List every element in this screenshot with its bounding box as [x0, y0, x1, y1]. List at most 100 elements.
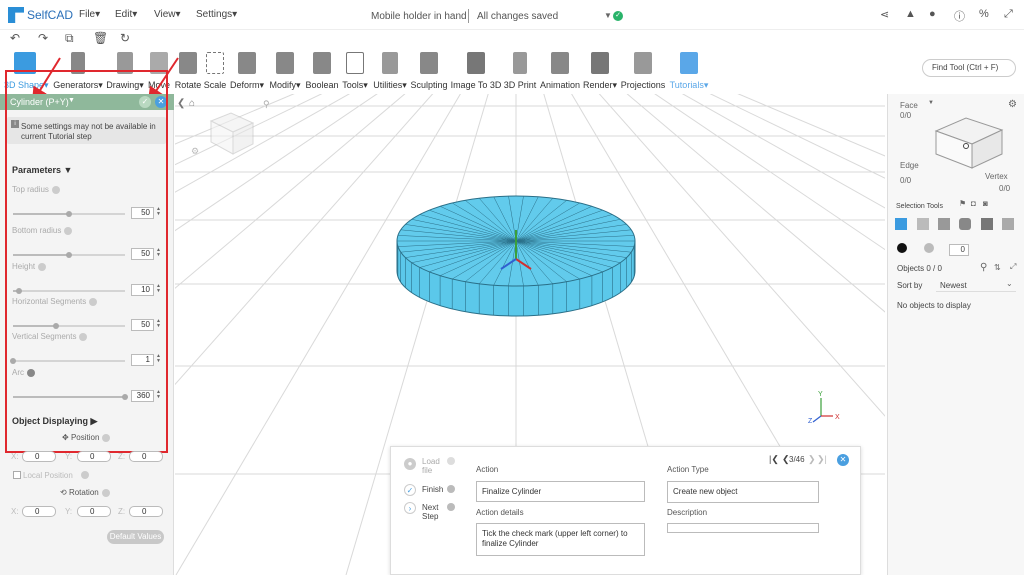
- rotation-x-input[interactable]: 0: [22, 506, 56, 517]
- tool-tutorials[interactable]: Tutorials▾: [667, 52, 711, 91]
- tool-tools[interactable]: Tools▾: [340, 52, 370, 91]
- view-cube-icon[interactable]: [209, 112, 255, 155]
- position-x-input[interactable]: 0: [22, 451, 56, 462]
- slider-handle[interactable]: [52, 323, 59, 329]
- param-slider[interactable]: [13, 394, 128, 400]
- search-icon[interactable]: ⚲: [980, 262, 987, 273]
- slider-handle[interactable]: [66, 252, 72, 258]
- brush-solid-icon[interactable]: [897, 243, 907, 253]
- step-next[interactable]: Next Step: [422, 503, 444, 521]
- selection-cube-icon[interactable]: [928, 106, 1008, 174]
- tool-3d-print[interactable]: 3D Print: [502, 52, 538, 90]
- menu-view[interactable]: View▾: [154, 9, 181, 20]
- tool-label: Utilities▾: [373, 80, 407, 90]
- select-vertex-icon[interactable]: [959, 218, 971, 230]
- tool-projections[interactable]: Projections: [620, 52, 666, 90]
- brush-size-input[interactable]: 0: [949, 244, 969, 256]
- position-y-input[interactable]: 0: [77, 451, 111, 462]
- sort-order-icon[interactable]: ⇅: [994, 263, 1001, 272]
- empty-objects-text: No objects to display: [897, 301, 971, 310]
- first-step-icon[interactable]: |❮: [769, 454, 779, 465]
- tool-render[interactable]: Render▾: [582, 52, 618, 91]
- app-logo[interactable]: SelfCAD: [8, 7, 73, 23]
- spinner-icon[interactable]: ▲ ▼: [156, 248, 161, 258]
- local-position-checkbox[interactable]: [13, 471, 21, 479]
- chevron-down-icon[interactable]: ▼: [604, 11, 612, 20]
- document-name[interactable]: Mobile holder in hand: [371, 11, 467, 22]
- slider-handle[interactable]: [66, 211, 72, 217]
- rotation-y-input[interactable]: 0: [77, 506, 111, 517]
- undo-icon[interactable]: ↶: [10, 31, 20, 45]
- select-edge-icon[interactable]: [938, 218, 950, 230]
- parameters-title[interactable]: Parameters ▼: [12, 165, 72, 175]
- info-icon[interactable]: ⓘ: [954, 8, 965, 24]
- step-load-file[interactable]: Load file: [422, 457, 444, 475]
- flag-icon[interactable]: ⚑: [959, 199, 966, 208]
- light-icon[interactable]: ⚲: [263, 99, 270, 109]
- next-step-icon[interactable]: ❯: [808, 454, 816, 465]
- param-value-input[interactable]: 50: [131, 207, 154, 219]
- step-finish[interactable]: Finish: [422, 485, 443, 494]
- expand-icon[interactable]: ⤢: [1004, 8, 1013, 21]
- expand-icon[interactable]: ⤢: [1010, 262, 1016, 272]
- param-slider[interactable]: [13, 323, 125, 329]
- share-icon[interactable]: ⋖: [880, 8, 889, 21]
- tool-scale[interactable]: Scale: [203, 52, 227, 90]
- param-slider[interactable]: [13, 252, 125, 258]
- cube-small-icon[interactable]: ◘: [971, 199, 976, 208]
- close-tutorial-button[interactable]: ✕: [837, 454, 849, 466]
- trash-icon[interactable]: 🗑: [93, 31, 108, 45]
- slider-handle[interactable]: [122, 394, 128, 400]
- param-value-input[interactable]: 1: [131, 354, 154, 366]
- param-value-input[interactable]: 50: [131, 319, 154, 331]
- spinner-icon[interactable]: ▲ ▼: [156, 354, 161, 364]
- menu-file[interactable]: File▾: [79, 9, 100, 20]
- select-face-icon[interactable]: [917, 218, 929, 230]
- tool-animation[interactable]: Animation: [538, 52, 582, 90]
- copy-icon[interactable]: ⧉: [65, 31, 74, 46]
- home-icon[interactable]: ⌂: [189, 98, 195, 109]
- select-multi-icon[interactable]: [981, 218, 993, 230]
- tool-image-to-3d[interactable]: Image To 3D: [450, 52, 502, 90]
- tool-rotate[interactable]: Rotate: [173, 52, 203, 90]
- object-displaying-title[interactable]: Object Displaying ▶: [12, 416, 97, 427]
- slider-handle[interactable]: [10, 358, 16, 364]
- spinner-icon[interactable]: ▲ ▼: [156, 319, 161, 329]
- param-value-input[interactable]: 10: [131, 284, 154, 296]
- param-slider[interactable]: [13, 288, 125, 294]
- slider-handle[interactable]: [15, 288, 22, 294]
- tool-deform[interactable]: Deform▾: [228, 52, 266, 91]
- reset-icon[interactable]: ↻: [120, 31, 130, 45]
- user-icon[interactable]: ●: [929, 8, 936, 20]
- param-value-input[interactable]: 50: [131, 248, 154, 260]
- brush-soft-icon[interactable]: [924, 243, 934, 253]
- default-values-button[interactable]: Default Values: [107, 530, 164, 544]
- tool-boolean[interactable]: Boolean: [304, 52, 340, 90]
- cylinder-object[interactable]: [396, 195, 636, 317]
- tool-sculpting[interactable]: Sculpting: [410, 52, 448, 90]
- menu-edit[interactable]: Edit▾: [115, 9, 137, 20]
- redo-icon[interactable]: ↷: [38, 31, 48, 45]
- position-z-input[interactable]: 0: [129, 451, 163, 462]
- percent-icon[interactable]: %: [979, 8, 989, 20]
- select-more-icon[interactable]: [1002, 218, 1014, 230]
- menu-settings[interactable]: Settings▾: [196, 9, 237, 20]
- find-tool-input[interactable]: Find Tool (Ctrl + F): [922, 59, 1016, 77]
- sort-select[interactable]: Newest ⌄: [936, 278, 1016, 292]
- view-settings-icon[interactable]: ⚙: [191, 146, 199, 156]
- select-object-icon[interactable]: [895, 218, 907, 230]
- last-step-icon[interactable]: ❯|: [817, 454, 827, 465]
- tool-modify[interactable]: Modify▾: [267, 52, 303, 91]
- param-value-input[interactable]: 360: [131, 390, 154, 402]
- nav-back-icon[interactable]: ❮: [177, 98, 185, 109]
- param-slider[interactable]: [13, 211, 125, 217]
- spinner-icon[interactable]: ▲ ▼: [156, 390, 161, 400]
- bell-icon[interactable]: ▲: [905, 8, 916, 20]
- spinner-icon[interactable]: ▲ ▼: [156, 207, 161, 217]
- param-slider[interactable]: [10, 358, 125, 364]
- tool-utilities[interactable]: Utilities▾: [371, 52, 409, 91]
- spinner-icon[interactable]: ▲ ▼: [156, 284, 161, 294]
- cubes-icon[interactable]: ◙: [983, 199, 988, 208]
- gear-icon[interactable]: ⚙: [1008, 99, 1017, 110]
- rotation-z-input[interactable]: 0: [129, 506, 163, 517]
